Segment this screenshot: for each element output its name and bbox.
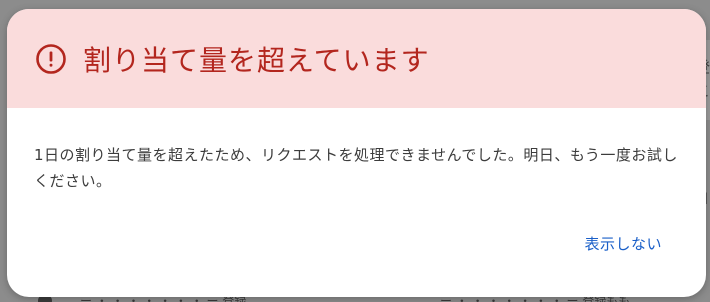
dismiss-button[interactable]: 表示しない (584, 229, 662, 258)
dialog-title: 割り当て量を超えています (83, 43, 430, 77)
dialog-actions: 表示しない (584, 229, 662, 258)
dialog-message: 1日の割り当て量を超えたため、リクエストを処理できませんでした。明日、もう一度お… (34, 146, 678, 190)
quota-exceeded-dialog: 割り当て量を超えています 1日の割り当て量を超えたため、リクエストを処理できませ… (7, 9, 706, 297)
dialog-header: 割り当て量を超えています (7, 9, 706, 108)
alert-circle-icon (35, 43, 67, 75)
